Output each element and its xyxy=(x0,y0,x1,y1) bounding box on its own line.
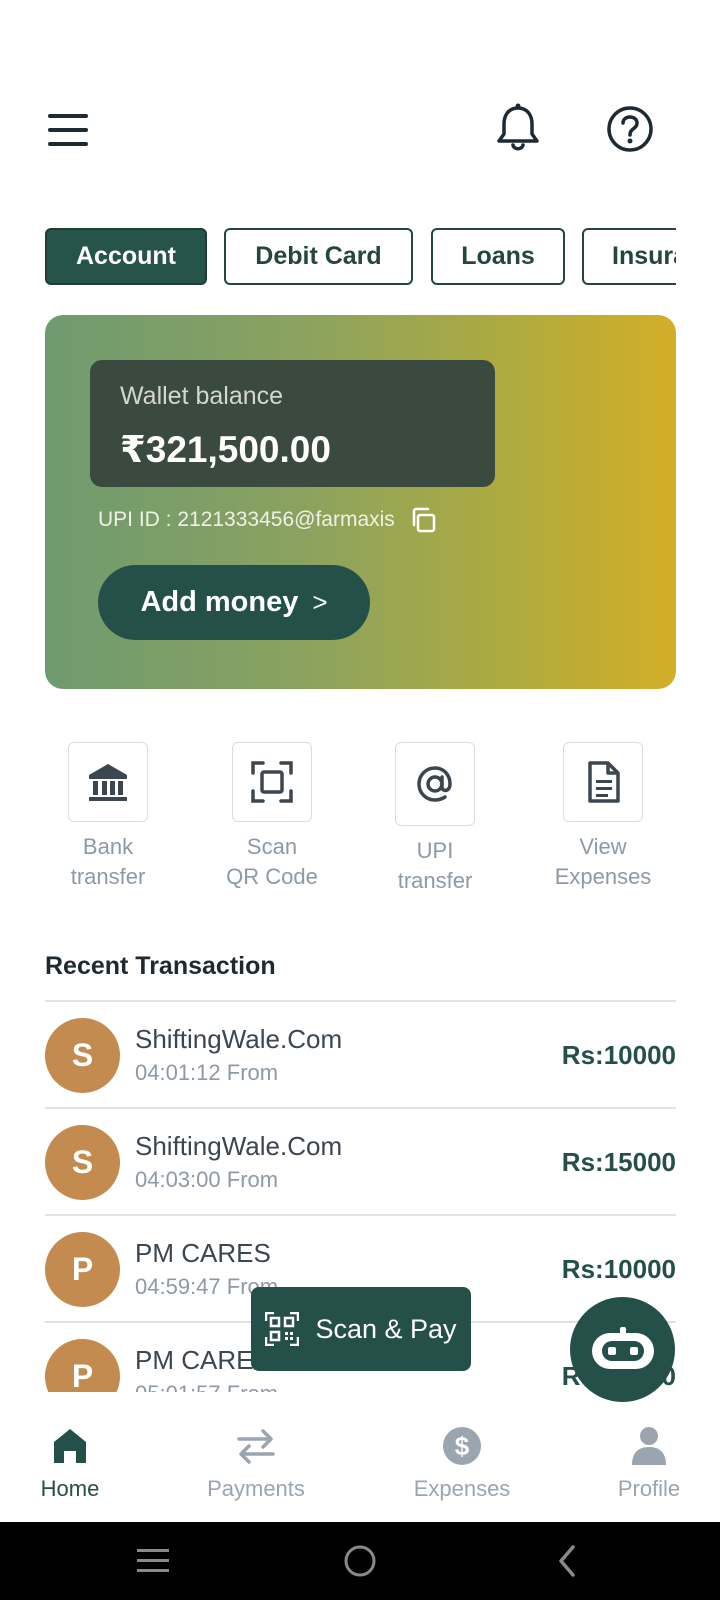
view-expenses-action[interactable]: View Expenses xyxy=(528,742,678,892)
transaction-time: 04:01:12 From xyxy=(135,1060,279,1085)
add-money-button[interactable]: Add money > xyxy=(98,565,370,640)
balance-box: Wallet balance ₹321,500.00 xyxy=(90,360,495,487)
upi-transfer-action[interactable]: UPI transfer xyxy=(360,742,510,896)
bank-transfer-label: Bank transfer xyxy=(70,834,146,889)
wallet-balance-label: Wallet balance xyxy=(120,382,284,410)
nav-expenses-label: Expenses xyxy=(413,1476,511,1501)
scan-qr-label: Scan QR Code xyxy=(226,834,318,889)
avatar: S xyxy=(45,1125,120,1200)
transaction-row[interactable]: S ShiftingWale.Com 04:01:12 From Rs:1000… xyxy=(45,1002,676,1109)
system-navigation-bar xyxy=(0,1522,720,1600)
nav-payments[interactable]: Payments xyxy=(186,1422,326,1502)
quick-actions: Bank transfer Scan QR Code UPI transfer xyxy=(0,742,720,902)
transaction-amount: Rs:10000 xyxy=(561,1040,676,1070)
transaction-amount: Rs:15000 xyxy=(561,1147,676,1177)
upi-id-row: UPI ID : 2121333456@farmaxis xyxy=(98,506,437,534)
back-icon[interactable] xyxy=(548,1541,588,1581)
scan-icon xyxy=(232,742,312,822)
add-money-label: Add money xyxy=(140,586,299,618)
tab-loans[interactable]: Loans xyxy=(431,228,565,285)
robot-icon xyxy=(591,1326,654,1369)
nav-home-label: Home xyxy=(40,1476,100,1501)
bank-transfer-action[interactable]: Bank transfer xyxy=(33,742,183,892)
nav-profile-label: Profile xyxy=(617,1476,681,1501)
wallet-card: Wallet balance ₹321,500.00 UPI ID : 2121… xyxy=(45,315,676,689)
tab-account[interactable]: Account xyxy=(45,228,207,285)
nav-expenses[interactable]: $ Expenses xyxy=(392,1422,532,1502)
recent-apps-icon[interactable] xyxy=(133,1541,173,1581)
recent-transaction-title: Recent Transaction xyxy=(45,952,276,980)
tab-insurance[interactable]: Insura xyxy=(582,228,676,285)
nav-payments-label: Payments xyxy=(207,1476,305,1501)
transaction-row[interactable]: S ShiftingWale.Com 04:03:00 From Rs:1500… xyxy=(45,1109,676,1216)
upi-id-text: UPI ID : 2121333456@farmaxis xyxy=(98,508,395,531)
bottom-navigation: Home Payments $ Expenses Profile xyxy=(0,1404,720,1522)
nav-profile[interactable]: Profile xyxy=(579,1422,719,1502)
nav-home[interactable]: Home xyxy=(0,1422,140,1502)
hamburger-icon[interactable] xyxy=(44,108,92,152)
transaction-amount: Rs:10000 xyxy=(561,1254,676,1284)
transaction-time: 05:01:57 From xyxy=(135,1381,278,1392)
person-icon xyxy=(579,1422,719,1470)
home-icon xyxy=(0,1422,140,1470)
transaction-name: ShiftingWale.Com xyxy=(135,1131,343,1161)
avatar: P xyxy=(45,1339,120,1392)
avatar: S xyxy=(45,1018,120,1093)
assistant-button[interactable] xyxy=(570,1297,675,1402)
scan-and-pay-button[interactable]: Scan & Pay xyxy=(251,1287,471,1371)
scan-and-pay-label: Scan & Pay xyxy=(315,1313,457,1344)
transaction-name: PM CARES xyxy=(135,1238,271,1268)
top-bar xyxy=(0,100,720,160)
home-circle-icon[interactable] xyxy=(340,1541,380,1581)
upi-transfer-label: UPI transfer xyxy=(397,838,473,893)
avatar: P xyxy=(45,1232,120,1307)
qr-code-icon xyxy=(265,1312,300,1346)
view-expenses-label: View Expenses xyxy=(554,834,652,889)
product-tabs: Account Debit Card Loans Insura xyxy=(45,228,676,285)
svg-text:$: $ xyxy=(455,1431,470,1461)
tab-debit-card[interactable]: Debit Card xyxy=(224,228,413,285)
dollar-coin-icon: $ xyxy=(392,1422,532,1470)
scan-qr-action[interactable]: Scan QR Code xyxy=(197,742,347,892)
chevron-right-icon: > xyxy=(312,587,328,617)
at-icon xyxy=(395,742,475,826)
transaction-name: ShiftingWale.Com xyxy=(135,1024,343,1054)
bell-icon[interactable] xyxy=(494,102,542,154)
copy-icon[interactable] xyxy=(409,506,437,534)
bank-icon xyxy=(68,742,148,822)
transaction-time: 04:03:00 From xyxy=(135,1167,279,1192)
transfer-arrows-icon xyxy=(186,1422,326,1470)
wallet-balance-value: ₹321,500.00 xyxy=(120,429,331,470)
document-icon xyxy=(563,742,643,822)
help-circle-icon[interactable] xyxy=(605,104,655,154)
